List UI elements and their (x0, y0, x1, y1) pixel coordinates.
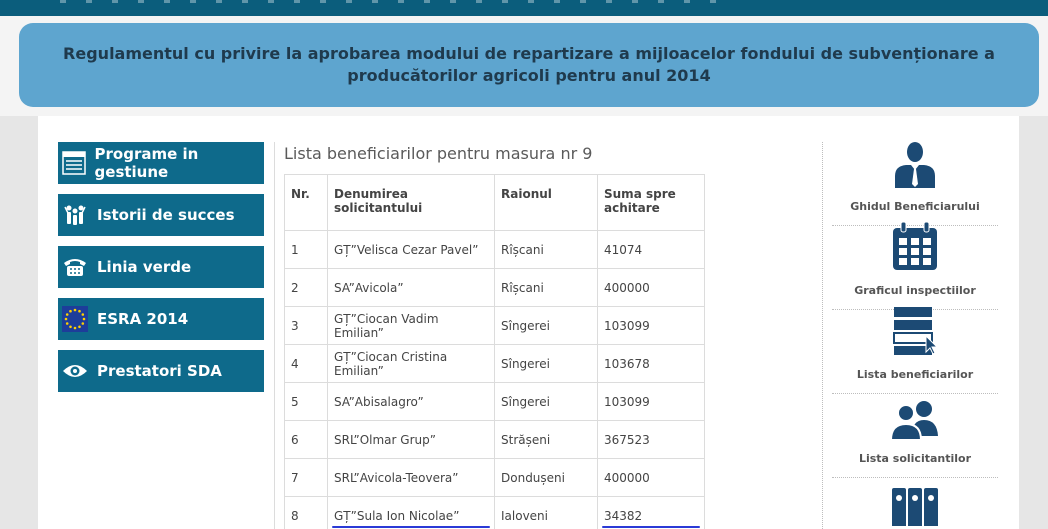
person-icon (892, 140, 938, 200)
header-nr: Nr. (284, 174, 328, 231)
table-row: 2 SA”Avicola” Rîșcani 400000 (284, 268, 705, 307)
calendar-icon (891, 221, 939, 284)
cell-nr: 3 (284, 306, 328, 345)
table-row: 7 SRL”Avicola-Teovera” Dondușeni 400000 (284, 458, 705, 497)
phone-icon (58, 246, 92, 288)
cell-raion: Dondușeni (494, 458, 598, 497)
cell-suma: 41074 (597, 230, 705, 269)
cell-nr: 5 (284, 382, 328, 421)
cell-nr: 4 (284, 344, 328, 383)
cell-nr: 6 (284, 420, 328, 459)
table-header-row: Nr. Denumirea solicitantului Raionul Sum… (284, 174, 705, 231)
cell-name: SRL”Avicola-Teovera” (327, 458, 495, 497)
cell-suma: 34382 (597, 496, 705, 529)
cell-name: GȚ”Ciocan Cristina Emilian” (327, 344, 495, 383)
nav-label: Programe in gestiune (94, 145, 199, 181)
table-row: 4 GȚ”Ciocan Cristina Emilian” Sîngerei 1… (284, 344, 705, 383)
users-icon (889, 400, 940, 452)
people-icon (58, 194, 92, 236)
cell-raion: Rîșcani (494, 230, 598, 269)
nav-istorii-de-succes[interactable]: Istorii de succes (58, 194, 264, 236)
cell-nr: 8 (284, 496, 328, 529)
table-row: 6 SRL”Olmar Grup” Strășeni 367523 (284, 420, 705, 459)
eu-flag-icon (58, 298, 92, 340)
list-icon (58, 142, 90, 184)
cell-raion: Ialoveni (494, 496, 598, 529)
link-graficul-inspectiilor[interactable]: Graficul inspectiilor (832, 221, 998, 310)
header-denumire: Denumirea solicitantului (327, 174, 495, 231)
table-row: 1 GȚ”Velisca Cezar Pavel” Rîșcani 41074 (284, 230, 705, 269)
right-nav-label: Ghidul Beneficiarului (850, 200, 980, 213)
right-nav-label: Lista beneficiarilor (856, 368, 974, 381)
cell-raion: Rîșcani (494, 268, 598, 307)
nav-esra-2014[interactable]: ESRA 2014 (58, 298, 264, 340)
nav-label: Linia verde (97, 258, 192, 276)
nav-programe-in-gestiune[interactable]: Programe in gestiune (58, 142, 264, 184)
cell-nr: 7 (284, 458, 328, 497)
cell-name: SA”Avicola” (327, 268, 495, 307)
header-raion: Raionul (494, 174, 598, 231)
cell-name: GȚ”Velisca Cezar Pavel” (327, 230, 495, 269)
list-pointer-icon (890, 306, 940, 368)
separator (274, 142, 275, 529)
cell-raion: Sîngerei (494, 382, 598, 421)
cell-suma: 103099 (597, 306, 705, 345)
cell-raion: Strășeni (494, 420, 598, 459)
banner-title: Regulamentul cu privire la aprobarea mod… (63, 44, 995, 85)
cell-suma: 400000 (597, 268, 705, 307)
cell-raion: Sîngerei (494, 344, 598, 383)
list-title: Lista beneficiarilor pentru masura nr 9 (284, 144, 593, 163)
cell-name: GȚ”Sula Ion Nicolae” (327, 496, 495, 529)
nav-linia-verde[interactable]: Linia verde (58, 246, 264, 288)
link-ghidul-beneficiarului[interactable]: Ghidul Beneficiarului (832, 142, 998, 226)
cell-name: GȚ”Ciocan Vadim Emilian” (327, 306, 495, 345)
cell-suma: 103678 (597, 344, 705, 383)
binders-icon (890, 486, 940, 529)
cell-suma: 367523 (597, 420, 705, 459)
header-suma: Suma spre achitare (597, 174, 705, 231)
cell-raion: Sîngerei (494, 306, 598, 345)
nav-label: Istorii de succes (97, 206, 235, 224)
nav-label: ESRA 2014 (97, 310, 189, 328)
top-bar (0, 0, 1048, 16)
cell-nr: 1 (284, 230, 328, 269)
cell-name: SRL”Olmar Grup” (327, 420, 495, 459)
left-nav: Programe in gestiune Istorii de succes L… (58, 142, 264, 402)
table-row: 3 GȚ”Ciocan Vadim Emilian” Sîngerei 1030… (284, 306, 705, 345)
table-row: 5 SA”Abisalagro” Sîngerei 103099 (284, 382, 705, 421)
right-nav-label: Graficul inspectiilor (854, 284, 976, 297)
table-row: 8 GȚ”Sula Ion Nicolae” Ialoveni 34382 (284, 496, 705, 529)
cell-name: SA”Abisalagro” (327, 382, 495, 421)
link-lista-beneficiarilor[interactable]: Lista beneficiarilor (832, 307, 998, 394)
separator (822, 142, 823, 529)
beneficiaries-table: Nr. Denumirea solicitantului Raionul Sum… (284, 174, 705, 529)
cell-suma: 400000 (597, 458, 705, 497)
eye-icon (58, 350, 92, 392)
link-lista-solicitantilor[interactable]: Lista solicitantilor (832, 394, 998, 478)
right-nav-label: Lista solicitantilor (858, 452, 972, 465)
cell-nr: 2 (284, 268, 328, 307)
nav-prestatori-sda[interactable]: Prestatori SDA (58, 350, 264, 392)
link-binders[interactable] (832, 478, 998, 529)
nav-label: Prestatori SDA (97, 362, 222, 380)
banner: Regulamentul cu privire la aprobarea mod… (19, 23, 1039, 107)
cell-suma: 103099 (597, 382, 705, 421)
right-nav: Ghidul Beneficiarului Graficul inspectii… (832, 142, 998, 529)
